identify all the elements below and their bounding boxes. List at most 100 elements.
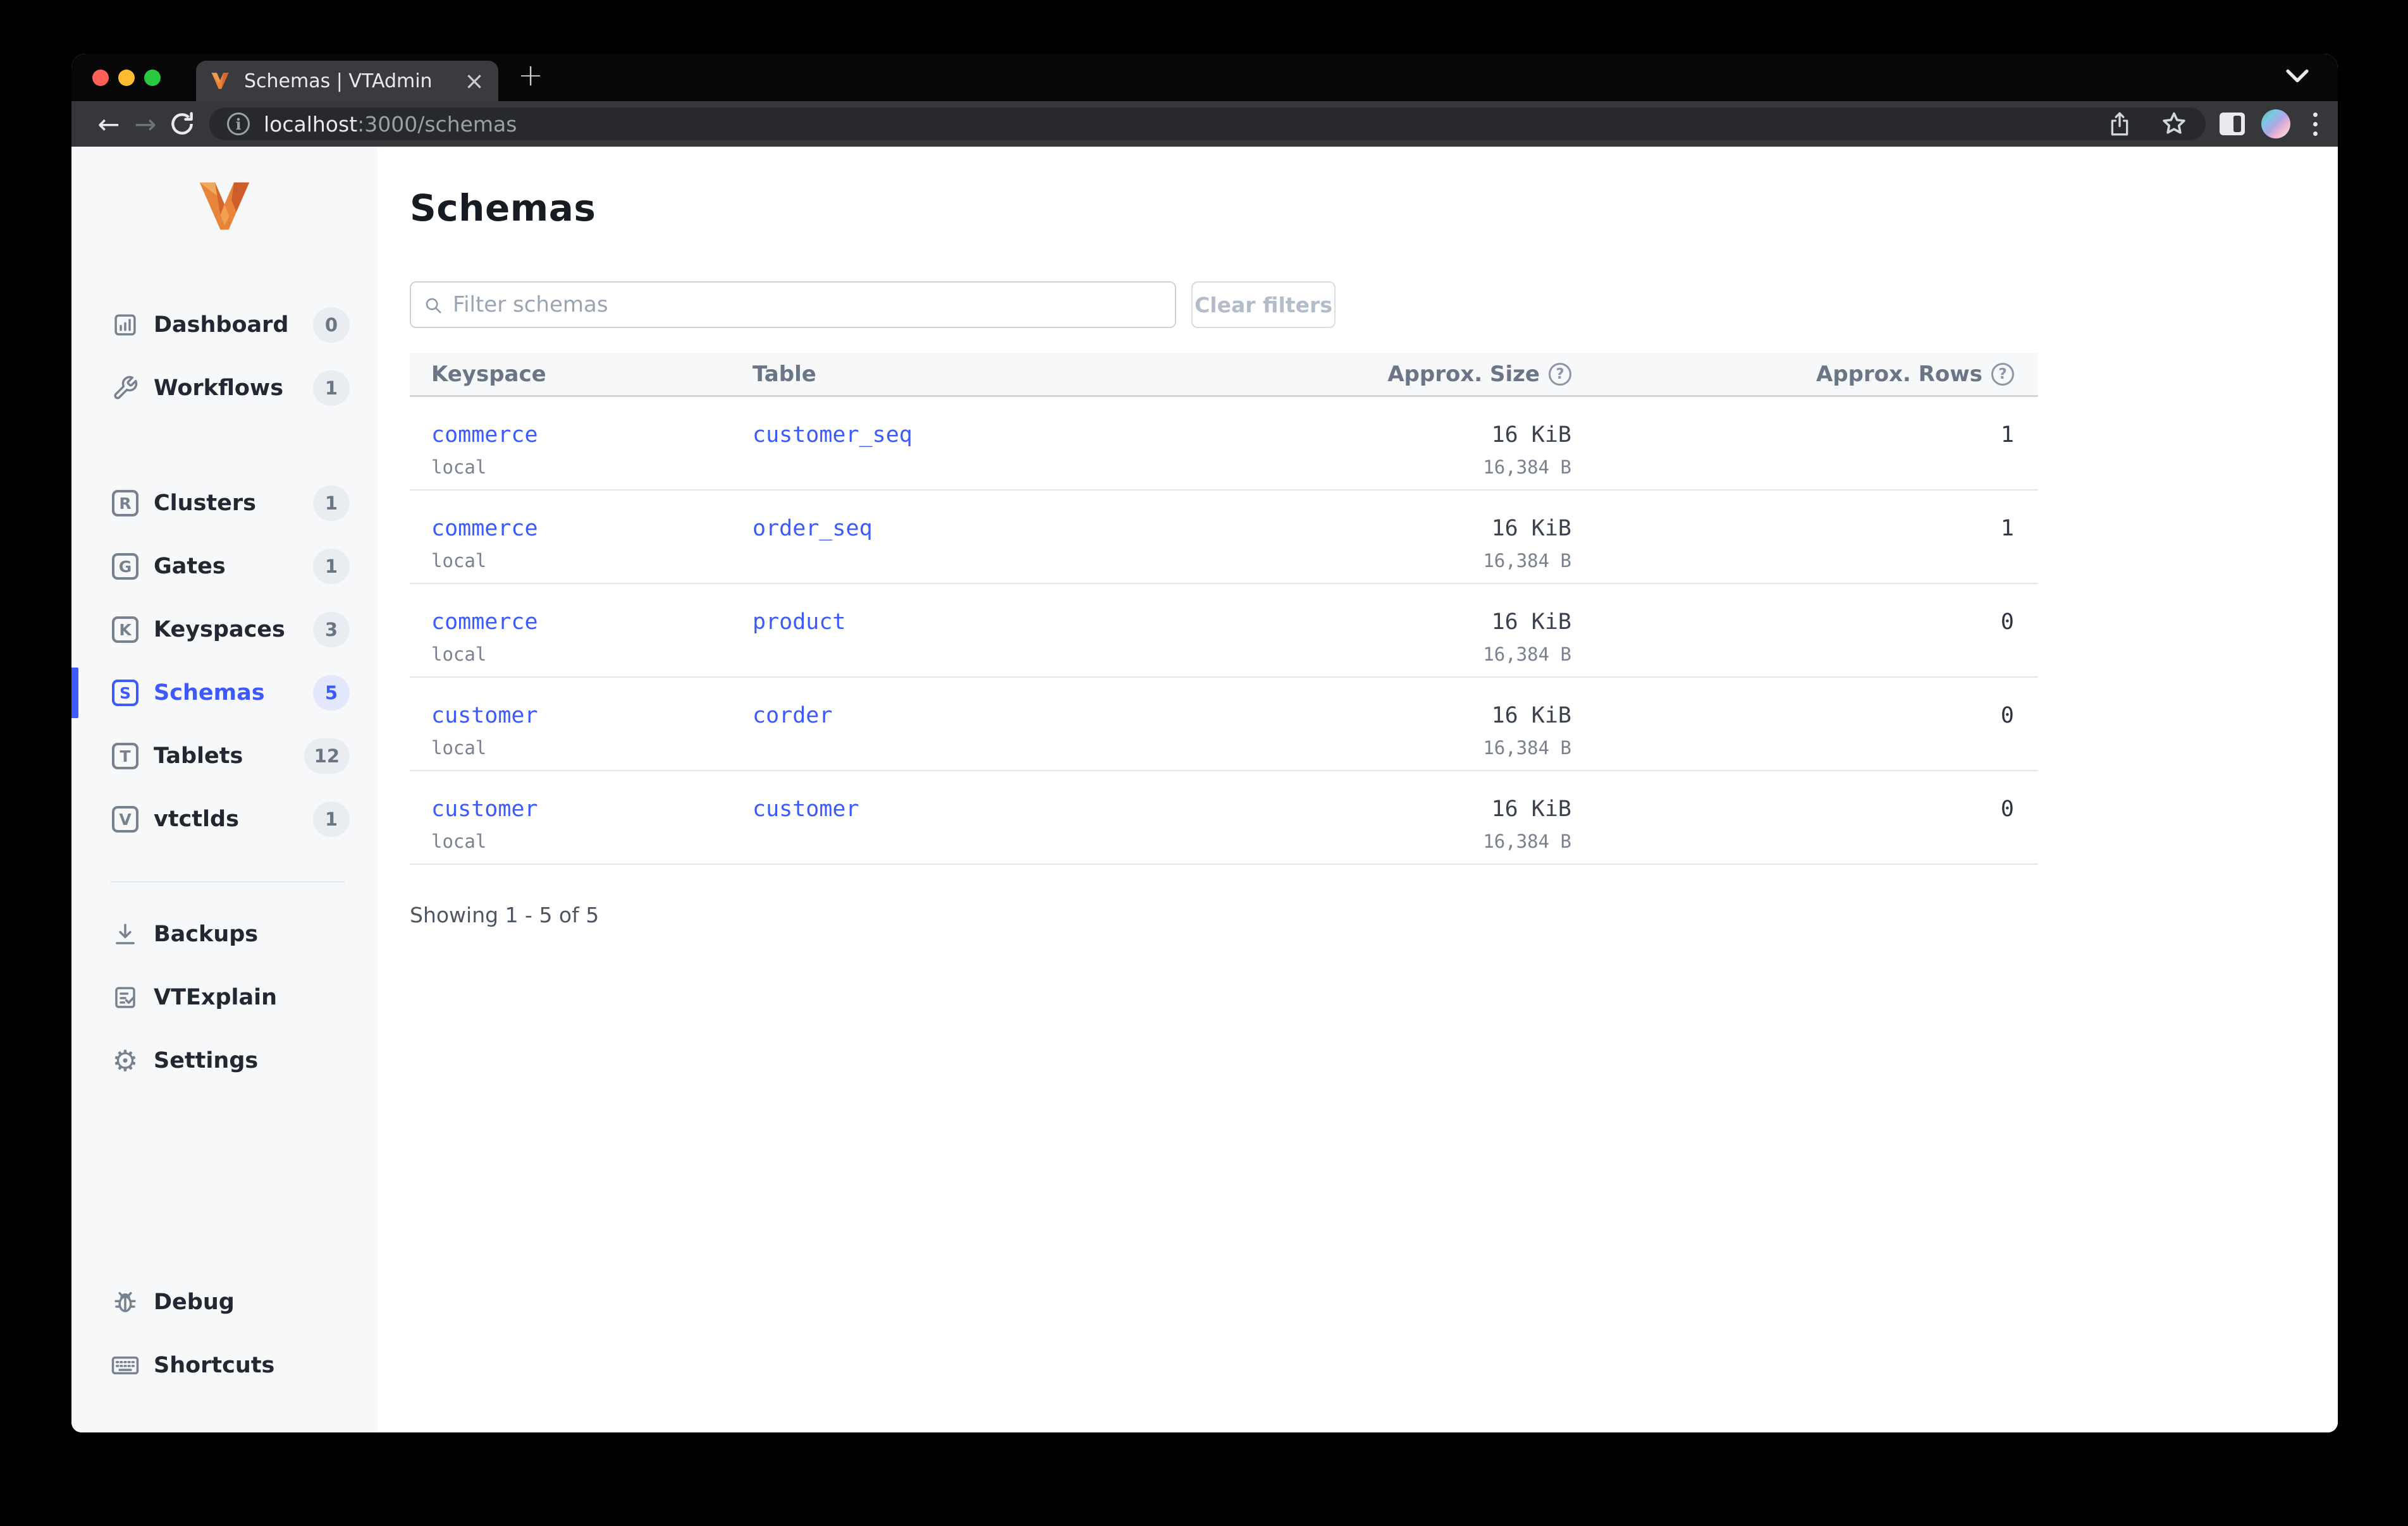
- sidebar-item-schemas[interactable]: S Schemas 5: [71, 668, 378, 718]
- search-icon: [426, 298, 441, 314]
- approx-size: 16 KiB: [1491, 797, 1571, 822]
- keyspaces-letter-icon: K: [111, 615, 140, 644]
- table-row: commerce local customer_seq 16 KiB 16,384 …: [410, 397, 2038, 491]
- size-bytes: 16,384 B: [1483, 644, 1571, 665]
- table-link[interactable]: product: [752, 609, 1179, 635]
- keyspace-link[interactable]: customer: [431, 797, 752, 822]
- table-row: commerce local product 16 KiB 16,384 B 0: [410, 584, 2038, 678]
- sidebar-item-clusters[interactable]: R Clusters 1: [71, 478, 378, 528]
- new-tab-button[interactable]: +: [518, 58, 543, 93]
- approx-size: 16 KiB: [1491, 516, 1571, 541]
- approx-size: 16 KiB: [1491, 703, 1571, 728]
- main-panel: Schemas Clear filters Keyspace Table App…: [378, 147, 2338, 1432]
- count-badge: 0: [313, 307, 350, 343]
- sidebar-item-label: Gates: [154, 554, 226, 579]
- approx-size: 16 KiB: [1491, 609, 1571, 635]
- sidebar-item-gates[interactable]: G Gates 1: [71, 541, 378, 592]
- count-badge: 12: [304, 738, 350, 774]
- count-badge: 5: [313, 675, 350, 711]
- size-bytes: 16,384 B: [1483, 737, 1571, 759]
- vtctlds-letter-icon: V: [111, 805, 140, 834]
- url-text[interactable]: localhost:3000/schemas: [264, 112, 2107, 137]
- table-link[interactable]: order_seq: [752, 516, 1179, 541]
- filter-schemas-input[interactable]: [410, 281, 1176, 328]
- forward-button[interactable]: →: [127, 109, 164, 140]
- sidebar-item-label: Shortcuts: [154, 1353, 275, 1378]
- approx-rows: 0: [2000, 703, 2014, 728]
- zoom-window-button[interactable]: [144, 70, 161, 86]
- count-badge: 3: [313, 612, 350, 647]
- sidebar-item-label: Debug: [154, 1290, 235, 1315]
- column-header-keyspace: Keyspace: [431, 362, 546, 387]
- cluster-label: local: [431, 737, 487, 759]
- url-bar[interactable]: i localhost:3000/schemas: [209, 107, 2206, 140]
- sidebar-item-tablets[interactable]: T Tablets 12: [71, 731, 378, 781]
- wrench-icon: [111, 374, 140, 403]
- chevron-down-icon[interactable]: [2286, 69, 2309, 83]
- table-row: commerce local order_seq 16 KiB 16,384 B 1: [410, 491, 2038, 584]
- minimize-window-button[interactable]: [118, 70, 135, 86]
- sidebar-item-debug[interactable]: Debug: [71, 1277, 378, 1328]
- table-link[interactable]: customer: [752, 797, 1179, 822]
- help-icon[interactable]: ?: [1549, 363, 1571, 386]
- cluster-label: local: [431, 550, 487, 571]
- tab-strip: Schemas | VTAdmin × +: [71, 54, 2338, 101]
- reload-button[interactable]: [164, 110, 200, 138]
- tab-close-icon[interactable]: ×: [464, 69, 484, 93]
- sidebar-item-shortcuts[interactable]: Shortcuts: [71, 1340, 378, 1391]
- close-window-button[interactable]: [92, 70, 109, 86]
- sidebar-item-workflows[interactable]: Workflows 1: [71, 363, 378, 413]
- size-bytes: 16,384 B: [1483, 550, 1571, 571]
- side-panel-icon[interactable]: [2220, 113, 2245, 135]
- document-check-icon: [111, 983, 140, 1012]
- table-link[interactable]: corder: [752, 703, 1179, 728]
- dashboard-icon: [111, 310, 140, 339]
- keyspace-link[interactable]: commerce: [431, 422, 752, 448]
- keyspace-link[interactable]: customer: [431, 703, 752, 728]
- bookmark-star-icon[interactable]: [2160, 110, 2188, 138]
- sidebar-item-label: VTExplain: [154, 985, 278, 1010]
- sidebar-item-settings[interactable]: ⚙ Settings: [71, 1035, 378, 1086]
- bug-icon: [111, 1288, 140, 1317]
- clear-filters-button[interactable]: Clear filters: [1191, 281, 1336, 328]
- browser-toolbar: ← → i localhost:3000/schemas: [71, 101, 2338, 147]
- tablets-letter-icon: T: [111, 742, 140, 771]
- keyboard-icon: [111, 1351, 140, 1380]
- cluster-label: local: [431, 644, 487, 665]
- profile-avatar[interactable]: [2261, 109, 2290, 138]
- sidebar-item-label: Tablets: [154, 743, 243, 769]
- back-button[interactable]: ←: [90, 109, 127, 140]
- page-title: Schemas: [410, 186, 596, 229]
- filter-row: Clear filters: [410, 281, 2338, 328]
- keyspace-link[interactable]: commerce: [431, 609, 752, 635]
- column-header-size: Approx. Size?: [1179, 362, 1571, 387]
- vitess-logo: [199, 182, 250, 230]
- table-header: Keyspace Table Approx. Size? Approx. Row…: [410, 353, 2038, 397]
- browser-menu-icon[interactable]: [2307, 112, 2324, 136]
- schemas-table: Keyspace Table Approx. Size? Approx. Row…: [410, 353, 2038, 865]
- size-bytes: 16,384 B: [1483, 831, 1571, 852]
- approx-rows: 0: [2000, 797, 2014, 822]
- sidebar-item-vtctlds[interactable]: V vtctlds 1: [71, 794, 378, 845]
- sidebar-item-dashboard[interactable]: Dashboard 0: [71, 300, 378, 350]
- sidebar-item-label: Schemas: [154, 680, 265, 705]
- download-icon: [111, 920, 140, 949]
- sidebar-item-vtexplain[interactable]: VTExplain: [71, 972, 378, 1023]
- schemas-letter-icon: S: [111, 678, 140, 707]
- keyspace-link[interactable]: commerce: [431, 516, 752, 541]
- size-bytes: 16,384 B: [1483, 456, 1571, 478]
- share-icon[interactable]: [2107, 110, 2132, 138]
- site-info-icon[interactable]: i: [227, 113, 250, 135]
- tab-title: Schemas | VTAdmin: [244, 70, 433, 92]
- sidebar-item-backups[interactable]: Backups: [71, 909, 378, 960]
- cluster-label: local: [431, 456, 487, 478]
- clusters-letter-icon: R: [111, 489, 140, 518]
- app-content: Dashboard 0 Workflows 1 R Clusters 1 G G…: [71, 147, 2338, 1432]
- browser-tab[interactable]: Schemas | VTAdmin ×: [196, 61, 498, 101]
- column-header-table: Table: [752, 362, 816, 387]
- table-link[interactable]: customer_seq: [752, 422, 1179, 448]
- help-icon[interactable]: ?: [1991, 363, 2014, 386]
- sidebar-item-keyspaces[interactable]: K Keyspaces 3: [71, 604, 378, 655]
- gear-icon: ⚙: [112, 1044, 138, 1078]
- sidebar-item-label: Workflows: [154, 375, 284, 401]
